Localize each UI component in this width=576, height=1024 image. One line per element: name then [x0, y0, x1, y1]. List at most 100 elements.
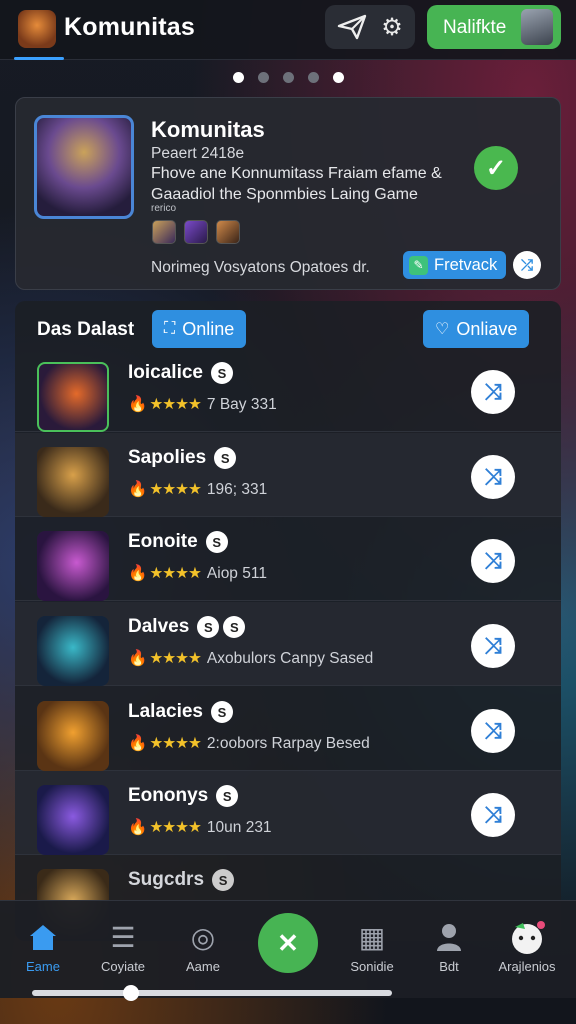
carousel-dot[interactable]: [307, 72, 319, 83]
nav-arajlenios[interactable]: Arajlenios: [482, 919, 572, 974]
nav-label: Eame: [26, 959, 60, 974]
flame-icon: 🔥: [128, 650, 148, 667]
game-thumbnail: [37, 362, 109, 432]
link-icon[interactable]: ⤮: [513, 251, 541, 279]
verified-badge-icon: S: [223, 616, 246, 638]
rating-stars: ★★★★: [149, 819, 202, 836]
top-bar: Komunitas ⚙ Nalifkte: [0, 0, 576, 60]
verified-badge-icon: S: [197, 616, 220, 638]
item-meta: 🔥 ★★★★ 7 Bay 331: [128, 396, 277, 413]
featured-title: Komunitas: [151, 117, 265, 142]
item-name: Eonoite S: [128, 531, 228, 553]
feedback-icon: ✎: [409, 255, 428, 275]
gear-icon[interactable]: ⚙: [377, 13, 407, 41]
app-title: Komunitas: [64, 13, 195, 41]
game-thumbnail: [37, 531, 109, 601]
featured-card[interactable]: Komunitas Peaert 2418e Fhove ane Konnumi…: [15, 97, 561, 290]
header-cta-button[interactable]: Nalifkte: [427, 5, 561, 49]
filter-onliave-button[interactable]: ♡ Onliave: [423, 310, 530, 348]
list-title: Das Dalast: [37, 319, 135, 340]
nav-bdt[interactable]: Bdt: [404, 919, 494, 974]
heart-icon: ♡: [435, 321, 450, 338]
flame-icon: 🔥: [128, 565, 148, 582]
filter-online-label: Online: [182, 318, 235, 339]
item-meta: 🔥 ★★★★ Axobulors Canpy Sased: [128, 650, 374, 667]
user-icon: [404, 919, 494, 955]
active-tab-indicator: [14, 57, 64, 60]
game-thumbnail: [37, 701, 109, 771]
header-cta-label: Nalifkte: [443, 17, 507, 38]
carousel-dot[interactable]: [232, 72, 244, 83]
bottom-navigation: Eame ☰ Coyiate ◎ Aame ✕ ▦ Sonidie Bdt Ar…: [0, 900, 576, 1001]
list-item[interactable]: Ioicalice S 🔥 ★★★★ 7 Bay 331 ⤨: [15, 348, 561, 432]
menu-icon: ☰: [110, 921, 136, 953]
nav-label: Bdt: [439, 959, 459, 974]
item-meta: 🔥 ★★★★ 10un 231: [128, 819, 272, 836]
verified-badge-icon: S: [214, 447, 237, 469]
flame-icon: 🔥: [128, 735, 148, 752]
shuffle-icon[interactable]: ⤨: [471, 370, 515, 414]
game-list-panel: Das Dalast ⛶ Online ♡ Onliave Ioicalice S…: [15, 301, 561, 941]
rating-stars: ★★★★: [149, 481, 202, 498]
nav-label: Aame: [186, 959, 220, 974]
item-name: Sapolies S: [128, 447, 237, 469]
mascot-icon: [482, 919, 572, 955]
shuffle-icon[interactable]: ⤨: [471, 455, 515, 499]
featured-footer: Norimeg Vosyatons Opatoes dr.: [151, 259, 370, 276]
filter-online-button[interactable]: ⛶ Online: [152, 310, 247, 348]
filter-onliave-label: Onliave: [456, 318, 518, 339]
rating-stars: ★★★★: [149, 565, 202, 582]
carousel-dot[interactable]: [282, 72, 294, 83]
nav-label: Arajlenios: [498, 959, 556, 974]
shuffle-icon[interactable]: ⤨: [471, 709, 515, 753]
item-name: Eononys S: [128, 785, 239, 807]
scroll-track[interactable]: [32, 990, 392, 996]
item-name: Ioicalice S: [128, 362, 233, 384]
avatar: [152, 220, 176, 244]
verified-badge-icon: S: [205, 531, 228, 553]
paper-plane-icon[interactable]: [336, 12, 368, 42]
tag-icon: ⛶: [164, 320, 176, 337]
rating-stars: ★★★★: [149, 650, 202, 667]
nav-home[interactable]: Eame: [0, 919, 88, 974]
verified-badge-icon: S: [211, 362, 233, 384]
game-thumbnail: [37, 616, 109, 686]
shuffle-icon[interactable]: ✕: [258, 913, 318, 973]
list-item[interactable]: Lalacies S 🔥 ★★★★ 2:oobors Rarpay Besed ⤨: [15, 687, 561, 771]
scroll-thumb[interactable]: [123, 985, 139, 1001]
game-thumbnail: [37, 447, 109, 517]
check-icon[interactable]: ✓: [474, 146, 518, 190]
item-name: Dalves S S: [128, 616, 246, 638]
flame-icon: 🔥: [128, 396, 148, 413]
list-item[interactable]: Sapolies S 🔥 ★★★★ 196; 331 ⤨: [15, 433, 561, 517]
item-meta: 🔥 ★★★★ 2:oobors Rarpay Besed: [128, 735, 370, 752]
item-name: Lalacies S: [128, 701, 233, 723]
flame-icon: 🔥: [128, 481, 148, 498]
verified-badge-icon: S: [211, 701, 233, 723]
shuffle-icon[interactable]: ⤨: [471, 539, 515, 583]
header-actions: ⚙: [325, 5, 415, 49]
list-item[interactable]: Dalves S S 🔥 ★★★★ Axobulors Canpy Sased ⤨: [15, 602, 561, 686]
featured-small-label: rerico: [151, 203, 177, 214]
avatar: [184, 220, 208, 244]
list-item[interactable]: Eonoite S 🔥 ★★★★ Aiop 511 ⤨: [15, 517, 561, 601]
rating-stars: ★★★★: [149, 396, 202, 413]
item-meta: 🔥 ★★★★ 196; 331: [128, 481, 268, 498]
disc-icon: ◎: [190, 921, 216, 953]
carousel-dot[interactable]: [257, 72, 269, 83]
app-logo: [18, 10, 56, 48]
list-item[interactable]: Eononys S 🔥 ★★★★ 10un 231 ⤨: [15, 771, 561, 855]
shuffle-icon[interactable]: ⤨: [471, 793, 515, 837]
nav-aame[interactable]: ◎ Aame: [158, 919, 248, 975]
featured-description: Fhove ane Konnumitass Fraiam efame & Gaa…: [151, 165, 442, 203]
verified-badge-icon: S: [212, 869, 235, 891]
shuffle-icon[interactable]: ⤨: [471, 624, 515, 668]
rating-stars: ★★★★: [149, 735, 202, 752]
game-thumbnail: [37, 785, 109, 855]
feedback-label: Fretvack: [434, 255, 498, 274]
home-icon: [0, 919, 88, 955]
character-icon: [521, 9, 553, 45]
feedback-button[interactable]: ✎ Fretvack: [403, 251, 506, 279]
carousel-dot[interactable]: [332, 72, 344, 83]
nav-coyiate[interactable]: ☰ Coyiate: [78, 919, 168, 975]
